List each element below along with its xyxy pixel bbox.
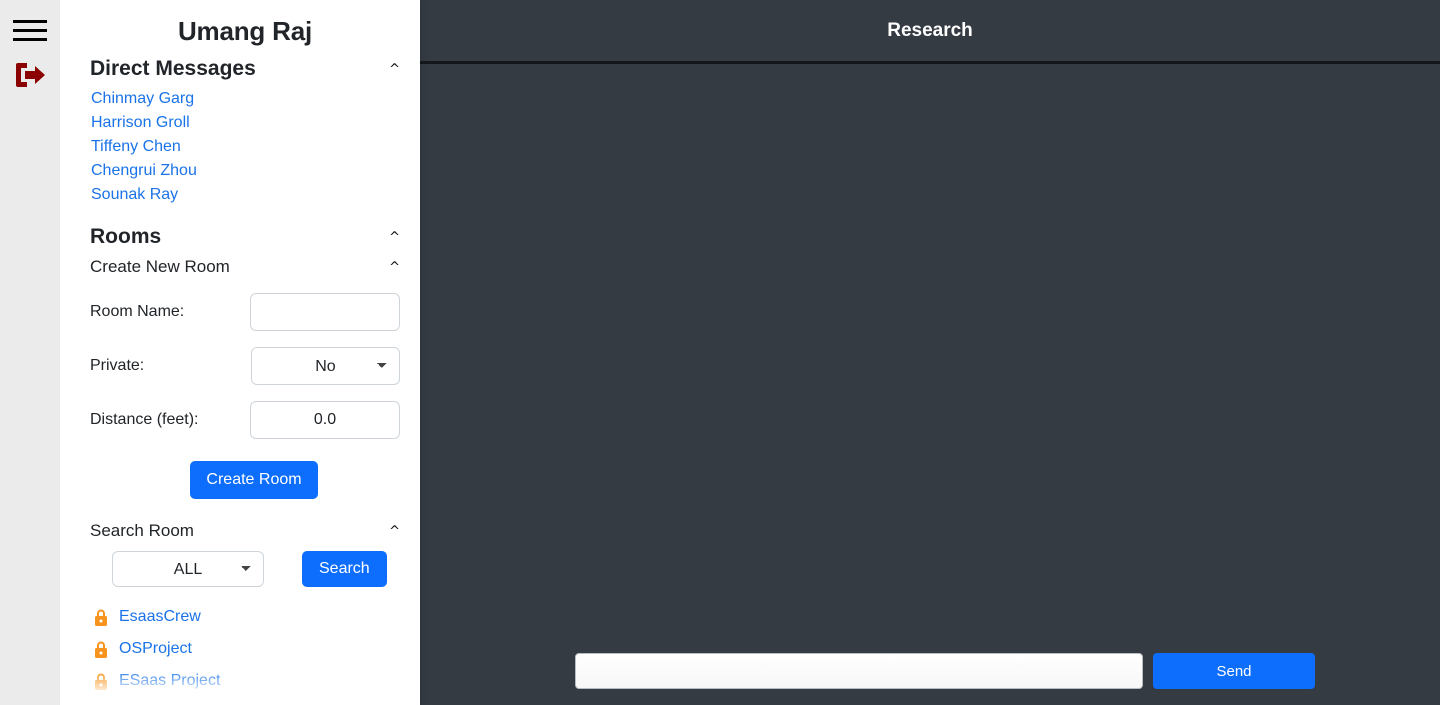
rooms-label: Rooms — [90, 225, 162, 248]
lock-icon — [92, 672, 110, 691]
create-new-room-label: Create New Room — [90, 257, 230, 276]
hamburger-bar — [13, 38, 47, 41]
chat-panel: Research Send — [420, 0, 1440, 705]
create-room-button[interactable]: Create Room — [190, 461, 318, 499]
list-item[interactable]: EsaasCrew — [90, 601, 400, 633]
section-header-direct-messages[interactable]: Direct Messages ^ — [90, 57, 400, 81]
search-row: ALL Search — [90, 551, 400, 587]
list-item[interactable]: Harrison Groll — [91, 111, 400, 135]
list-item[interactable]: ESaas Project — [90, 665, 400, 697]
page-title: Umang Raj — [177, 16, 312, 46]
create-room-button-wrap: Create Room — [90, 461, 400, 499]
distance-row: Distance (feet): — [90, 401, 400, 439]
room-name[interactable]: OSProject — [119, 640, 192, 658]
room-name-input[interactable] — [250, 293, 400, 331]
room-name-row: Room Name: — [90, 293, 400, 331]
chevron-up-icon: ^ — [389, 61, 400, 77]
list-item[interactable]: Chinmay Garg — [91, 87, 400, 111]
room-name-label: Room Name: — [90, 303, 185, 320]
list-item[interactable]: OSProject — [90, 633, 400, 665]
direct-messages-label: Direct Messages — [90, 57, 256, 80]
icon-rail — [0, 0, 60, 705]
section-header-rooms[interactable]: Rooms ^ — [90, 225, 400, 249]
chat-application: Umang Raj Direct Messages ^ Chinmay Garg… — [0, 0, 1440, 705]
direct-messages-list: Chinmay Garg Harrison Groll Tiffeny Chen… — [90, 81, 400, 207]
chevron-up-icon: ^ — [389, 259, 400, 275]
logout-icon[interactable] — [13, 60, 47, 90]
list-item[interactable]: Sounak Ray — [91, 183, 400, 207]
list-item[interactable]: Tiffeny Chen — [91, 135, 400, 159]
send-button[interactable]: Send — [1153, 653, 1315, 689]
private-row: Private: No — [90, 347, 400, 385]
room-name[interactable]: ESaas Project — [119, 672, 220, 690]
section-header-search-room[interactable]: Search Room ^ — [90, 521, 400, 541]
private-label: Private: — [90, 357, 145, 374]
chat-title: Research — [420, 0, 1440, 64]
sidebar: Umang Raj Direct Messages ^ Chinmay Garg… — [60, 0, 420, 705]
hamburger-bar — [13, 29, 47, 32]
chevron-up-icon: ^ — [389, 229, 400, 245]
distance-label: Distance (feet): — [90, 411, 199, 428]
hamburger-bar — [13, 20, 47, 23]
message-list — [420, 64, 1440, 637]
chevron-up-icon: ^ — [389, 523, 400, 539]
section-header-create-new-room[interactable]: Create New Room ^ — [90, 257, 400, 277]
distance-input[interactable] — [250, 401, 400, 439]
list-item[interactable]: Kool Kats — [90, 697, 400, 705]
search-button[interactable]: Search — [302, 551, 387, 587]
search-room-label: Search Room — [90, 521, 194, 540]
room-name[interactable]: EsaasCrew — [119, 608, 201, 626]
lock-icon — [92, 640, 110, 659]
room-results-list: EsaasCrew OSProject ESaas Project — [90, 601, 400, 705]
message-input[interactable] — [575, 653, 1143, 689]
hamburger-menu-icon[interactable] — [13, 16, 47, 44]
list-item[interactable]: Chengrui Zhou — [91, 159, 400, 183]
search-filter-select[interactable]: ALL — [112, 551, 264, 587]
message-composer: Send — [420, 637, 1440, 705]
lock-icon — [92, 608, 110, 627]
private-select[interactable]: No — [250, 347, 400, 385]
